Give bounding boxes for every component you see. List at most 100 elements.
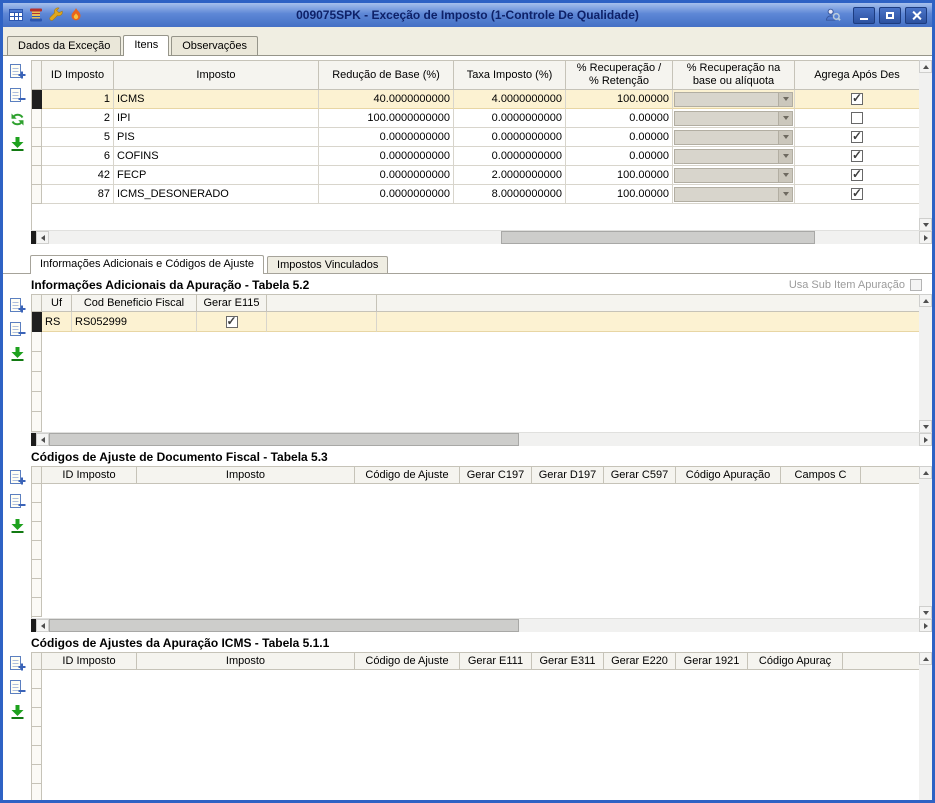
scroll-thumb[interactable] bbox=[501, 231, 814, 244]
column-header-codigo-de-ajuste[interactable]: Código de Ajuste bbox=[355, 466, 460, 484]
close-button[interactable] bbox=[905, 7, 927, 24]
cell[interactable]: 42 bbox=[42, 166, 114, 185]
tab-observacoes[interactable]: Observações bbox=[171, 36, 258, 55]
maximize-button[interactable] bbox=[879, 7, 901, 24]
column-header-taxa-imposto[interactable]: Taxa Imposto (%) bbox=[454, 60, 566, 90]
scroll-right-button[interactable] bbox=[919, 433, 932, 446]
table-row[interactable]: 42FECP0.00000000002.0000000000100.00000 bbox=[32, 166, 919, 185]
scroll-track[interactable] bbox=[49, 433, 919, 446]
cell[interactable]: ICMS_DESONERADO bbox=[114, 185, 319, 204]
cell[interactable] bbox=[267, 312, 377, 332]
column-header-id-imposto[interactable]: ID Imposto bbox=[42, 652, 137, 670]
cell[interactable]: 0.0000000000 bbox=[319, 147, 454, 166]
column-header-gerar-e220[interactable]: Gerar E220 bbox=[604, 652, 676, 670]
cell[interactable]: 2.0000000000 bbox=[454, 166, 566, 185]
horizontal-scrollbar[interactable] bbox=[31, 618, 932, 632]
table-row[interactable]: 1ICMS40.00000000004.0000000000100.00000 bbox=[32, 90, 919, 109]
cell[interactable]: 100.00000 bbox=[566, 185, 673, 204]
column-header-blank[interactable] bbox=[267, 294, 377, 312]
cell-checkbox[interactable] bbox=[197, 312, 267, 332]
column-header-gerar-1921[interactable]: Gerar 1921 bbox=[676, 652, 748, 670]
move-to-bottom-icon[interactable] bbox=[9, 135, 26, 152]
scroll-up-button[interactable] bbox=[919, 466, 932, 479]
cell[interactable]: PIS bbox=[114, 128, 319, 147]
add-record-icon[interactable] bbox=[9, 469, 26, 486]
column-header-gerar-d197[interactable]: Gerar D197 bbox=[532, 466, 604, 484]
column-header-agrega-apos-des[interactable]: Agrega Após Des bbox=[795, 60, 919, 90]
cell[interactable]: 6 bbox=[42, 147, 114, 166]
cell[interactable]: 0.0000000000 bbox=[319, 166, 454, 185]
column-header-uf[interactable]: Uf bbox=[42, 294, 72, 312]
checkbox[interactable] bbox=[851, 131, 863, 143]
column-header-gerar-c197[interactable]: Gerar C197 bbox=[460, 466, 532, 484]
delete-record-icon[interactable] bbox=[9, 321, 26, 338]
column-header-imposto[interactable]: Imposto bbox=[137, 652, 355, 670]
add-record-icon[interactable] bbox=[9, 297, 26, 314]
checkbox[interactable] bbox=[851, 150, 863, 162]
cell[interactable]: 5 bbox=[42, 128, 114, 147]
cell-checkbox[interactable] bbox=[795, 147, 919, 166]
scroll-left-button[interactable] bbox=[36, 619, 49, 632]
vertical-scrollbar[interactable] bbox=[919, 466, 932, 619]
cell[interactable]: FECP bbox=[114, 166, 319, 185]
cell[interactable]: 1 bbox=[42, 90, 114, 109]
scroll-thumb[interactable] bbox=[49, 619, 519, 632]
column-header-id-imposto[interactable]: ID Imposto bbox=[42, 60, 114, 90]
table-row[interactable]: 6COFINS0.00000000000.00000000000.00000 bbox=[32, 147, 919, 166]
vertical-scrollbar[interactable] bbox=[919, 652, 932, 800]
cell[interactable]: 0.00000 bbox=[566, 147, 673, 166]
move-to-bottom-icon[interactable] bbox=[9, 517, 26, 534]
cell[interactable]: ICMS bbox=[114, 90, 319, 109]
tab-itens[interactable]: Itens bbox=[123, 35, 169, 56]
column-header-reducao-de-base[interactable]: Redução de Base (%) bbox=[319, 60, 454, 90]
cell[interactable]: 4.0000000000 bbox=[454, 90, 566, 109]
cell[interactable]: 0.00000 bbox=[566, 128, 673, 147]
column-header-imposto[interactable]: Imposto bbox=[114, 60, 319, 90]
tab-impostos-vinculados[interactable]: Impostos Vinculados bbox=[267, 256, 388, 273]
table-row[interactable]: 5PIS0.00000000000.00000000000.00000 bbox=[32, 128, 919, 147]
scroll-track[interactable] bbox=[49, 619, 919, 632]
scroll-track[interactable] bbox=[919, 479, 932, 606]
scroll-up-button[interactable] bbox=[919, 60, 932, 73]
cell[interactable]: 0.0000000000 bbox=[319, 185, 454, 204]
cell[interactable]: 2 bbox=[42, 109, 114, 128]
column-header-campos-c[interactable]: Campos C bbox=[781, 466, 861, 484]
cell[interactable]: 0.0000000000 bbox=[454, 128, 566, 147]
cell[interactable]: RS052999 bbox=[72, 312, 197, 332]
checkbox[interactable] bbox=[851, 112, 863, 124]
horizontal-scrollbar[interactable] bbox=[31, 230, 932, 244]
move-to-bottom-icon[interactable] bbox=[9, 345, 26, 362]
scroll-thumb[interactable] bbox=[49, 433, 519, 446]
scroll-track[interactable] bbox=[49, 231, 919, 244]
column-header-gerar-e111[interactable]: Gerar E111 bbox=[460, 652, 532, 670]
column-header-recuperacao-na-base-ou-aliquota[interactable]: % Recuperação na base ou alíquota bbox=[673, 60, 795, 90]
move-to-bottom-icon[interactable] bbox=[9, 703, 26, 720]
table-row[interactable]: 2IPI100.00000000000.00000000000.00000 bbox=[32, 109, 919, 128]
delete-record-icon[interactable] bbox=[9, 493, 26, 510]
cell[interactable]: RS bbox=[42, 312, 72, 332]
column-header-codigo-apuracao[interactable]: Código Apuração bbox=[676, 466, 781, 484]
table-row[interactable]: RSRS052999 bbox=[32, 312, 919, 332]
scroll-track[interactable] bbox=[919, 73, 932, 218]
scroll-up-button[interactable] bbox=[919, 652, 932, 665]
cell[interactable]: 0.0000000000 bbox=[319, 128, 454, 147]
column-header-codigo-de-ajuste[interactable]: Código de Ajuste bbox=[355, 652, 460, 670]
minimize-button[interactable] bbox=[853, 7, 875, 24]
scroll-left-button[interactable] bbox=[36, 231, 49, 244]
delete-record-icon[interactable] bbox=[9, 87, 26, 104]
cell[interactable]: 0.0000000000 bbox=[454, 109, 566, 128]
cell[interactable]: 87 bbox=[42, 185, 114, 204]
horizontal-scrollbar[interactable] bbox=[31, 432, 932, 446]
user-search-icon[interactable] bbox=[825, 7, 841, 23]
cell-checkbox[interactable] bbox=[795, 166, 919, 185]
add-record-icon[interactable] bbox=[9, 63, 26, 80]
cell-checkbox[interactable] bbox=[795, 90, 919, 109]
column-header-cod-beneficio-fiscal[interactable]: Cod Beneficio Fiscal bbox=[72, 294, 197, 312]
add-record-icon[interactable] bbox=[9, 655, 26, 672]
tab-dados-da-excecao[interactable]: Dados da Exceção bbox=[7, 36, 121, 55]
cell[interactable]: COFINS bbox=[114, 147, 319, 166]
refresh-icon[interactable] bbox=[9, 111, 26, 128]
tab-informacoes-adicionais-e-codigos-de-ajuste[interactable]: Informações Adicionais e Códigos de Ajus… bbox=[30, 255, 264, 274]
cell[interactable]: 8.0000000000 bbox=[454, 185, 566, 204]
column-header-codigo-apurac[interactable]: Código Apuraç bbox=[748, 652, 843, 670]
